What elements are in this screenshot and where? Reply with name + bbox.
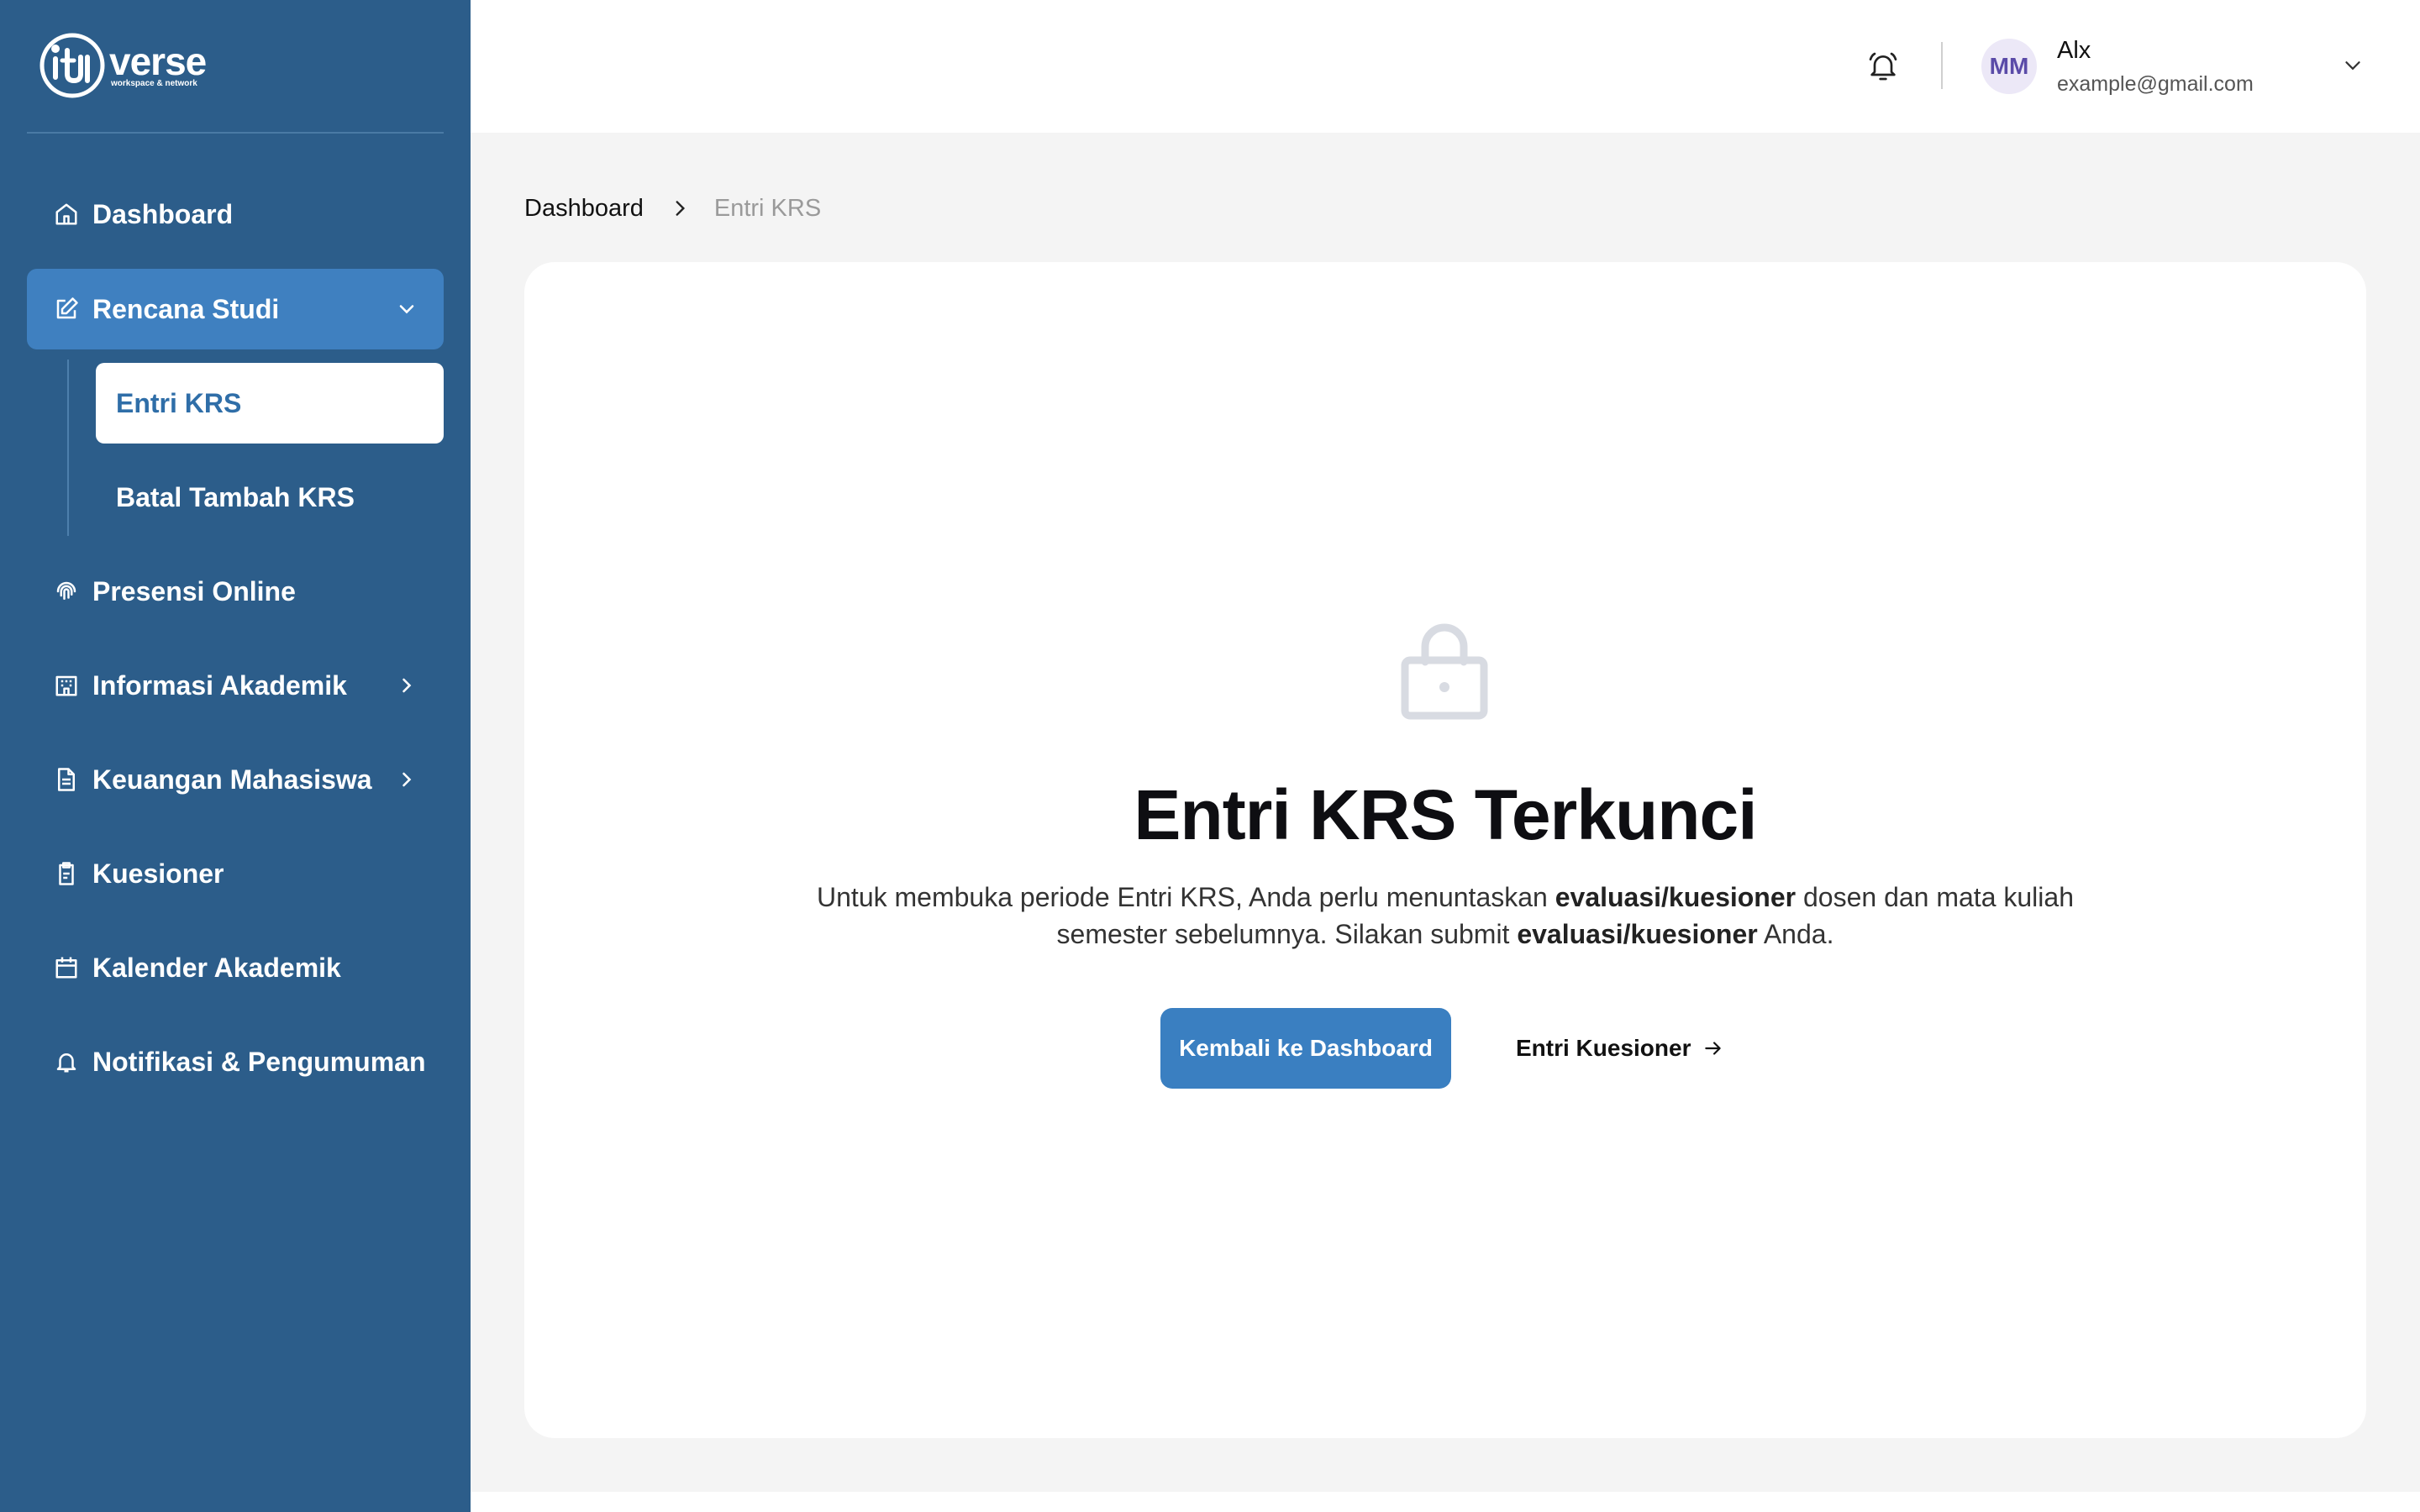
sidebar-item-keuangan-mahasiswa[interactable]: Keuangan Mahasiswa <box>27 739 444 820</box>
back-to-dashboard-button[interactable]: Kembali ke Dashboard <box>1160 1008 1451 1089</box>
sidebar-item-label: Notifikasi & Pengumuman <box>92 1046 426 1077</box>
user-email: example@gmail.com <box>2057 72 2254 96</box>
sidebar-item-label: Keuangan Mahasiswa <box>92 764 372 795</box>
chevron-down-icon <box>390 292 424 326</box>
breadcrumb: Dashboard Entri KRS <box>524 192 821 225</box>
building-icon <box>54 673 79 698</box>
logo-word: verse <box>109 39 207 83</box>
locked-state-card: Entri KRS Terkunci Untuk membuka periode… <box>524 262 2366 1438</box>
sidebar-divider <box>27 132 444 134</box>
sidebar-item-dashboard[interactable]: Dashboard <box>27 174 444 255</box>
lock-icon <box>1398 613 1491 722</box>
locked-description: Untuk membuka periode Entri KRS, Anda pe… <box>760 879 2131 953</box>
sidebar-item-label: Rencana Studi <box>92 293 280 324</box>
submenu-guide-line <box>67 360 69 536</box>
sidebar-subitem-batal-tambah-krs[interactable]: Batal Tambah KRS <box>96 457 444 538</box>
calendar-icon <box>54 955 79 980</box>
arrow-right-icon <box>1702 1037 1724 1059</box>
description-text: Untuk membuka periode Entri KRS, Anda pe… <box>817 882 1555 912</box>
sidebar-subitem-entri-krs[interactable]: Entri KRS <box>96 363 444 444</box>
description-text: Anda. <box>1757 919 1834 949</box>
sidebar-item-kalender-akademik[interactable]: Kalender Akademik <box>27 927 444 1008</box>
sidebar-item-label: Presensi Online <box>92 575 296 606</box>
description-emphasis: evaluasi/kuesioner <box>1517 919 1758 949</box>
logo[interactable]: verse workspace & network <box>39 32 207 99</box>
description-emphasis: evaluasi/kuesioner <box>1555 882 1797 912</box>
header-divider <box>1941 42 1943 89</box>
sidebar-item-label: Kalender Akademik <box>92 952 341 983</box>
page-title: Entri KRS Terkunci <box>1134 775 1757 854</box>
chevron-right-icon <box>390 669 424 702</box>
breadcrumb-current: Entri KRS <box>713 194 822 222</box>
sidebar-item-rencana-studi[interactable]: Rencana Studi <box>27 269 444 349</box>
edit-icon <box>54 297 79 322</box>
chevron-right-icon <box>390 763 424 796</box>
chevron-right-icon <box>669 197 691 219</box>
sidebar-subitem-label: Batal Tambah KRS <box>116 481 355 512</box>
sidebar-item-label: Informasi Akademik <box>92 669 347 701</box>
sidebar-item-label: Dashboard <box>92 198 234 229</box>
fingerprint-icon <box>54 579 79 604</box>
sidebar-item-notifikasi-pengumuman[interactable]: Notifikasi & Pengumuman <box>27 1021 444 1102</box>
logo-mark-icon <box>39 33 105 98</box>
sidebar-item-informasi-akademik[interactable]: Informasi Akademik <box>27 645 444 726</box>
sidebar-item-presensi-online[interactable]: Presensi Online <box>27 551 444 632</box>
top-bar: MM Alx example@gmail.com <box>471 0 2420 133</box>
home-icon <box>54 202 79 227</box>
avatar[interactable]: MM <box>1981 39 2037 94</box>
sidebar-item-label: Kuesioner <box>92 858 224 889</box>
logo-tagline: workspace & network <box>111 78 197 88</box>
notification-bell-icon[interactable] <box>1862 45 1904 87</box>
bell-icon <box>54 1049 79 1074</box>
sidebar-item-kuesioner[interactable]: Kuesioner <box>27 833 444 914</box>
sidebar: verse workspace & network Dashboard Renc… <box>0 0 471 1512</box>
clipboard-icon <box>54 861 79 886</box>
button-label: Kembali ke Dashboard <box>1179 1035 1433 1061</box>
sidebar-subitem-label: Entri KRS <box>116 387 242 418</box>
user-name: Alx <box>2057 37 2091 64</box>
entri-kuesioner-link[interactable]: Entri Kuesioner <box>1516 1008 1724 1089</box>
link-label: Entri Kuesioner <box>1516 1035 1691 1061</box>
breadcrumb-home-link[interactable]: Dashboard <box>524 195 644 223</box>
document-icon <box>54 767 79 792</box>
chevron-down-icon[interactable] <box>2336 49 2370 82</box>
bottom-strip <box>471 1492 2420 1512</box>
